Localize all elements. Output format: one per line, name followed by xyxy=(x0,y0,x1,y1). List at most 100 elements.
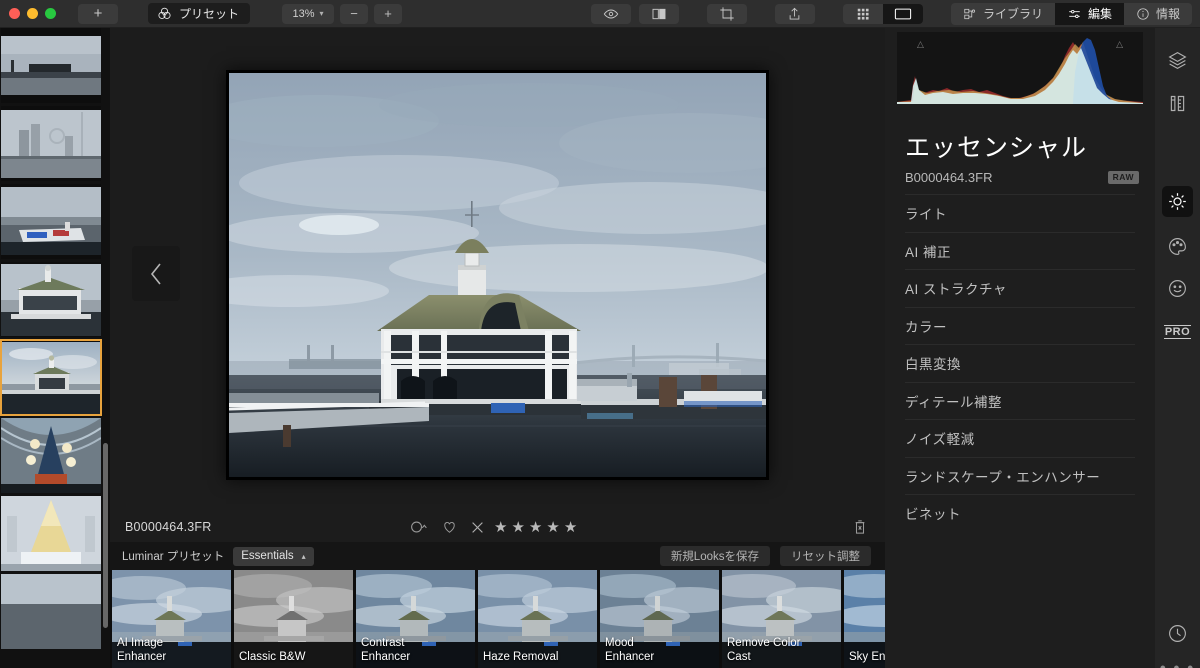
reject-x-icon[interactable] xyxy=(471,521,484,534)
preset-card[interactable]: Classic B&W xyxy=(234,570,353,668)
list-item[interactable] xyxy=(1,496,101,571)
essentials-sun-icon[interactable] xyxy=(1162,186,1193,217)
layers-icon[interactable] xyxy=(1162,45,1193,76)
star-icon[interactable]: ★ xyxy=(529,518,542,536)
crop-icon[interactable] xyxy=(706,3,747,24)
add-images-label: + xyxy=(93,5,103,22)
sidebar-item-color[interactable]: カラー xyxy=(905,306,1135,345)
preset-card[interactable]: Remove Color Cast xyxy=(722,570,841,668)
close-window-button[interactable] xyxy=(9,8,20,19)
presets-toggle-button[interactable]: プリセット xyxy=(148,3,251,24)
preset-card[interactable]: Mood Enhancer xyxy=(600,570,719,668)
zoom-out-button[interactable]: − xyxy=(340,3,369,24)
portrait-smiley-icon[interactable] xyxy=(1162,273,1193,304)
thumbnail-extra xyxy=(1,574,101,649)
presets-label: プリセット xyxy=(179,7,240,21)
single-view-icon[interactable] xyxy=(882,3,923,24)
save-new-looks-button[interactable]: 新規Looksを保存 xyxy=(659,546,770,566)
sidebar-item-ai-enhance[interactable]: AI 補正 xyxy=(905,231,1135,270)
tab-info[interactable]: 情報 xyxy=(1124,3,1192,25)
sidebar-item-bw-conversion[interactable]: 白黒変換 xyxy=(905,344,1135,382)
histogram[interactable]: △ △ xyxy=(897,32,1143,104)
star-icon[interactable]: ★ xyxy=(494,518,507,536)
sidebar-item-light[interactable]: ライト xyxy=(905,194,1135,232)
current-filename: B0000464.3FR xyxy=(125,520,212,534)
list-item[interactable] xyxy=(1,106,101,181)
shadow-clipping-icon[interactable]: △ xyxy=(917,39,924,50)
histogram-graphic xyxy=(897,32,1143,104)
list-item[interactable] xyxy=(1,28,101,103)
more-dots-icon[interactable]: ● ● ● xyxy=(1155,662,1200,668)
tab-library[interactable]: ライブラリ xyxy=(951,3,1055,25)
preset-card[interactable]: Sky Enha xyxy=(844,570,885,668)
preset-collection-select[interactable]: Essentials ▴ xyxy=(233,546,314,566)
list-item[interactable] xyxy=(1,574,101,649)
preset-card-label: Mood Enhancer xyxy=(605,636,716,664)
pier-building-photo-graphic xyxy=(229,73,766,477)
mode-tabs[interactable]: ライブラリ 編集 情報 xyxy=(950,2,1192,25)
sidebar-item-details[interactable]: ディテール補整 xyxy=(905,381,1135,420)
more-dots-label: ● ● ● xyxy=(1159,662,1196,668)
list-item[interactable] xyxy=(1,262,101,337)
sidebar-item-landscape-enhancer[interactable]: ランドスケープ・エンハンサー xyxy=(905,456,1135,495)
thumbnail-pier-building-wide xyxy=(1,340,101,415)
previous-image-button[interactable] xyxy=(132,246,180,301)
preset-label-line2: Cast xyxy=(727,651,751,663)
split-compare-icon[interactable] xyxy=(638,3,679,24)
filmstrip-scrollbar[interactable] xyxy=(103,443,108,628)
tab-edit[interactable]: 編集 xyxy=(1054,2,1124,25)
sidebar-item-label: ライト xyxy=(905,207,947,223)
reset-adjustments-label: リセット調整 xyxy=(791,551,860,563)
tool-list[interactable]: ライト AI 補正 AI ストラクチャ カラー 白黒変換 ディテール補整 ノイズ… xyxy=(885,194,1155,532)
preset-header-bar: Luminar プリセット Essentials ▴ 新規Looksを保存 リセ… xyxy=(110,542,885,570)
list-item[interactable] xyxy=(1,184,101,259)
filmstrip-panel[interactable] xyxy=(0,28,110,668)
grid-view-icon[interactable] xyxy=(843,4,883,24)
view-mode-segment[interactable] xyxy=(842,3,923,24)
save-new-looks-label: 新規Looksを保存 xyxy=(670,551,759,563)
zoom-level-select[interactable]: 13% ▾ xyxy=(282,3,335,24)
heart-icon[interactable] xyxy=(442,520,457,534)
history-clock-icon[interactable] xyxy=(1162,618,1193,649)
thumbnail-pier-building-close xyxy=(1,262,101,337)
share-upload-icon[interactable] xyxy=(774,3,815,24)
star-icon[interactable]: ★ xyxy=(564,518,577,536)
preset-label-line1: Contrast xyxy=(361,637,405,649)
preset-thumbnail-row[interactable]: AI Image Enhancer Classic B&W Contrast E… xyxy=(110,570,885,668)
tool-category-rail[interactable]: PRO ● ● ● xyxy=(1155,28,1200,668)
preset-card[interactable]: Contrast Enhancer xyxy=(356,570,475,668)
list-item[interactable] xyxy=(1,418,101,493)
highlight-clipping-icon[interactable]: △ xyxy=(1116,39,1123,50)
edit-side-panel: △ △ エッセンシャル B0000464.3FR RAW ライト AI 補正 A… xyxy=(885,28,1155,668)
sidebar-item-vignette[interactable]: ビネット xyxy=(905,494,1135,532)
rating-controls[interactable]: ★ ★ ★ ★ ★ xyxy=(410,518,577,536)
sidebar-item-label: ディテール補整 xyxy=(905,394,1003,410)
preset-card[interactable]: AI Image Enhancer xyxy=(112,570,231,668)
window-controls[interactable] xyxy=(0,8,56,19)
maximize-window-button[interactable] xyxy=(45,8,56,19)
sidebar-item-ai-structure[interactable]: AI ストラクチャ xyxy=(905,269,1135,307)
star-rating[interactable]: ★ ★ ★ ★ ★ xyxy=(494,518,577,536)
sidebar-item-label: ビネット xyxy=(905,507,961,523)
minimize-window-button[interactable] xyxy=(27,8,38,19)
reset-adjustments-button[interactable]: リセット調整 xyxy=(780,546,871,566)
creative-palette-icon[interactable] xyxy=(1162,231,1193,262)
list-item-selected[interactable] xyxy=(0,339,102,416)
thumbnail-harbor-skyline xyxy=(1,28,101,103)
color-label-icon[interactable] xyxy=(410,520,428,534)
preset-card-label: Classic B&W xyxy=(239,650,350,664)
eye-icon[interactable] xyxy=(590,3,631,24)
sidebar-item-denoise[interactable]: ノイズ軽減 xyxy=(905,419,1135,457)
preset-collection-value: Essentials xyxy=(241,550,294,562)
star-icon[interactable]: ★ xyxy=(546,518,559,536)
panel-filename: B0000464.3FR xyxy=(905,169,993,185)
canvas-tools-icon[interactable] xyxy=(1162,88,1193,119)
star-icon[interactable]: ★ xyxy=(511,518,524,536)
zoom-in-button[interactable]: + xyxy=(374,3,403,24)
main-photo[interactable] xyxy=(229,73,766,477)
add-images-button[interactable]: + xyxy=(78,3,118,24)
trash-icon[interactable] xyxy=(853,519,867,535)
sliders-icon xyxy=(1067,7,1082,21)
pro-icon[interactable]: PRO xyxy=(1162,316,1193,347)
preset-card[interactable]: Haze Removal xyxy=(478,570,597,668)
